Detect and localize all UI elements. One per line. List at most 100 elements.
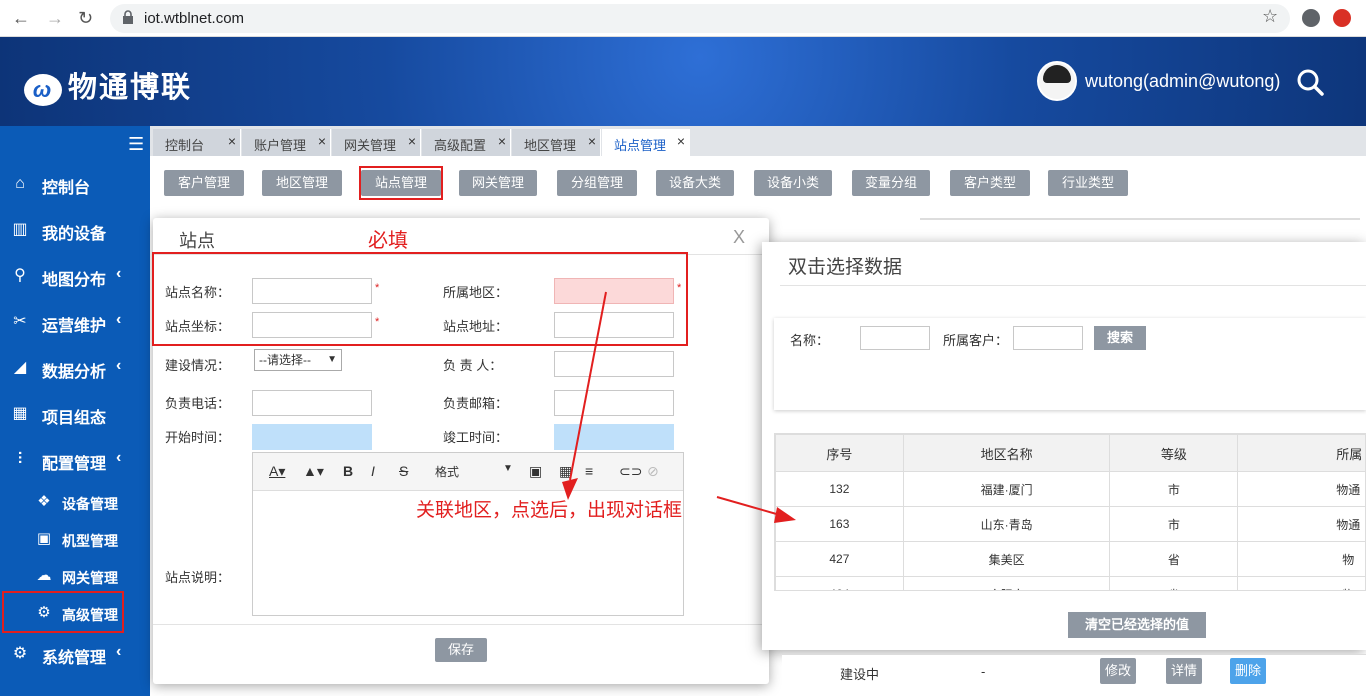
customer-filter-input[interactable] [1013,326,1083,350]
save-button[interactable]: 保存 [435,638,487,662]
tab-accounts[interactable]: 账户管理 × [242,129,331,156]
column-header: 序号 [775,434,904,472]
close-icon[interactable]: × [677,133,685,149]
link-icon[interactable]: ⊂⊃ [619,463,642,480]
unlink-icon[interactable]: ⊘ [647,463,659,480]
tab-dashboard[interactable]: 控制台 × [153,129,241,156]
industry-type-button[interactable]: 行业类型 [1048,170,1128,196]
tab-label: 控制台 [165,138,205,153]
tab-advanced-config[interactable]: 高级配置 × [422,129,511,156]
sidebar-subitem-label: 机型管理 [62,533,118,549]
close-icon[interactable]: × [318,133,326,149]
background-color-icon[interactable]: ▲▾ [303,463,324,480]
email-input[interactable] [554,390,674,416]
clear-selection-button[interactable]: 清空已经选择的值 [1068,612,1206,638]
sidebar-item-project[interactable]: ▦ 项目组态 [0,394,150,434]
extension-icon[interactable] [1333,9,1351,27]
close-icon[interactable]: × [408,133,416,149]
avatar[interactable] [1037,61,1077,101]
account-icon[interactable] [1302,9,1320,27]
end-time-input[interactable] [554,424,674,450]
app-header: ω 物通博联 wutong(admin@wutong) [0,37,1366,126]
table-cell: 市 [1109,471,1239,507]
cloud-icon: ☁ [36,567,52,584]
map-pin-icon: ⚲ [14,267,26,284]
sidebar-subitem-label: 设备管理 [62,496,118,512]
sidebar-item-dashboard[interactable]: ⌂ 控制台 [0,164,150,204]
customer-type-button[interactable]: 客户类型 [950,170,1030,196]
device-category-button[interactable]: 设备大类 [656,170,734,196]
close-icon[interactable]: × [498,133,506,149]
table-row[interactable]: 464 合肥市 省 物 [775,576,1365,590]
back-icon[interactable]: ← [12,8,30,29]
region-mgmt-button[interactable]: 地区管理 [262,170,342,196]
customer-mgmt-button[interactable]: 客户管理 [164,170,244,196]
table-icon[interactable]: ▦ [559,463,572,480]
user-name[interactable]: wutong(admin@wutong) [1085,71,1280,92]
tab-regions[interactable]: 地区管理 × [512,129,601,156]
status-cell: 建设中 [840,667,880,682]
person-label: 负 责 人： [443,358,503,373]
forward-icon[interactable]: → [46,8,64,29]
table-row[interactable]: 132 福建·厦门 市 物通 [775,471,1365,507]
search-button[interactable]: 搜索 [1094,326,1146,350]
table-row[interactable]: 163 山东·青岛 市 物通 [775,506,1365,542]
menu-toggle-icon[interactable]: ☰ [128,134,144,155]
dialog-footer-divider [153,624,769,625]
sidebar-item-analytics[interactable]: ◢ 数据分析 ‹ [0,348,150,388]
horizontal-rule-icon[interactable]: ≡ [585,463,593,479]
address-bar[interactable]: iot.wtblnet.com [110,4,1290,33]
tab-gateways[interactable]: 网关管理 × [332,129,421,156]
format-dropdown-arrow-icon: ▼ [503,463,513,474]
tab-stations[interactable]: 站点管理 × [602,129,690,156]
sidebar-item-label: 系统管理 [42,650,107,667]
device-subcategory-button[interactable]: 设备小类 [754,170,832,196]
lock-icon [123,10,133,24]
table-row[interactable]: 427 集美区 省 物 [775,541,1365,577]
gateway-mgmt-button[interactable]: 网关管理 [459,170,537,196]
sidebar-subitem-model-mgmt[interactable]: ▣ 机型管理 [0,522,150,556]
reload-icon[interactable]: ↻ [78,8,93,29]
editor-toolbar: A▾ ▲▾ B I S 格式 ▼ ▣ ▦ ≡ ⊂⊃ ⊘ [253,453,683,491]
close-icon[interactable]: X [733,227,745,248]
bold-icon[interactable]: B [343,463,353,479]
format-dropdown[interactable]: 格式 [435,463,459,480]
edit-button[interactable]: 修改 [1100,658,1136,684]
sidebar-subitem-gateway-mgmt[interactable]: ☁ 网关管理 [0,559,150,593]
sidebar-item-config[interactable]: ⫶ 配置管理 ‹ [0,440,150,480]
image-icon[interactable]: ▣ [529,463,542,480]
search-icon[interactable] [1296,68,1324,96]
sidebar-item-label: 配置管理 [42,456,107,473]
person-input[interactable] [554,351,674,377]
variable-group-button[interactable]: 变量分组 [852,170,930,196]
tab-label: 账户管理 [254,138,307,153]
build-status-select[interactable]: --请选择-- ▼ [254,349,342,371]
italic-icon[interactable]: I [371,463,375,479]
email-label: 负责邮箱： [443,396,509,411]
bookmark-star-icon[interactable]: ☆ [1262,6,1278,27]
gear-icon: ⚙ [12,645,28,662]
group-mgmt-button[interactable]: 分组管理 [557,170,637,196]
phone-input[interactable] [252,390,372,416]
sidebar-item-system[interactable]: ⚙ 系统管理 ‹ [0,634,150,674]
sidebar-subitem-device-mgmt[interactable]: ❖ 设备管理 [0,485,150,519]
name-filter-label: 名称： [790,333,830,348]
chevron-left-icon: ‹ [116,449,122,466]
tab-label: 站点管理 [614,138,667,153]
detail-button[interactable]: 详情 [1166,658,1202,684]
table-cell: 山东·青岛 [902,506,1111,542]
tab-label: 地区管理 [524,138,577,153]
description-editor[interactable]: A▾ ▲▾ B I S 格式 ▼ ▣ ▦ ≡ ⊂⊃ ⊘ [252,452,684,616]
close-icon[interactable]: × [228,133,236,149]
name-filter-input[interactable] [860,326,930,350]
sidebar-item-map[interactable]: ⚲ 地图分布 ‹ [0,256,150,296]
sidebar-item-my-devices[interactable]: ▥ 我的设备 [0,210,150,250]
highlight-box-advanced [2,591,124,633]
sidebar-item-operations[interactable]: ✂ 运营维护 ‹ [0,302,150,342]
customer-filter-label: 所属客户： [943,333,1009,348]
font-color-icon[interactable]: A▾ [269,463,285,480]
delete-button[interactable]: 删除 [1230,658,1266,684]
strikethrough-icon[interactable]: S [399,463,408,479]
close-icon[interactable]: × [588,133,596,149]
start-time-input[interactable] [252,424,372,450]
